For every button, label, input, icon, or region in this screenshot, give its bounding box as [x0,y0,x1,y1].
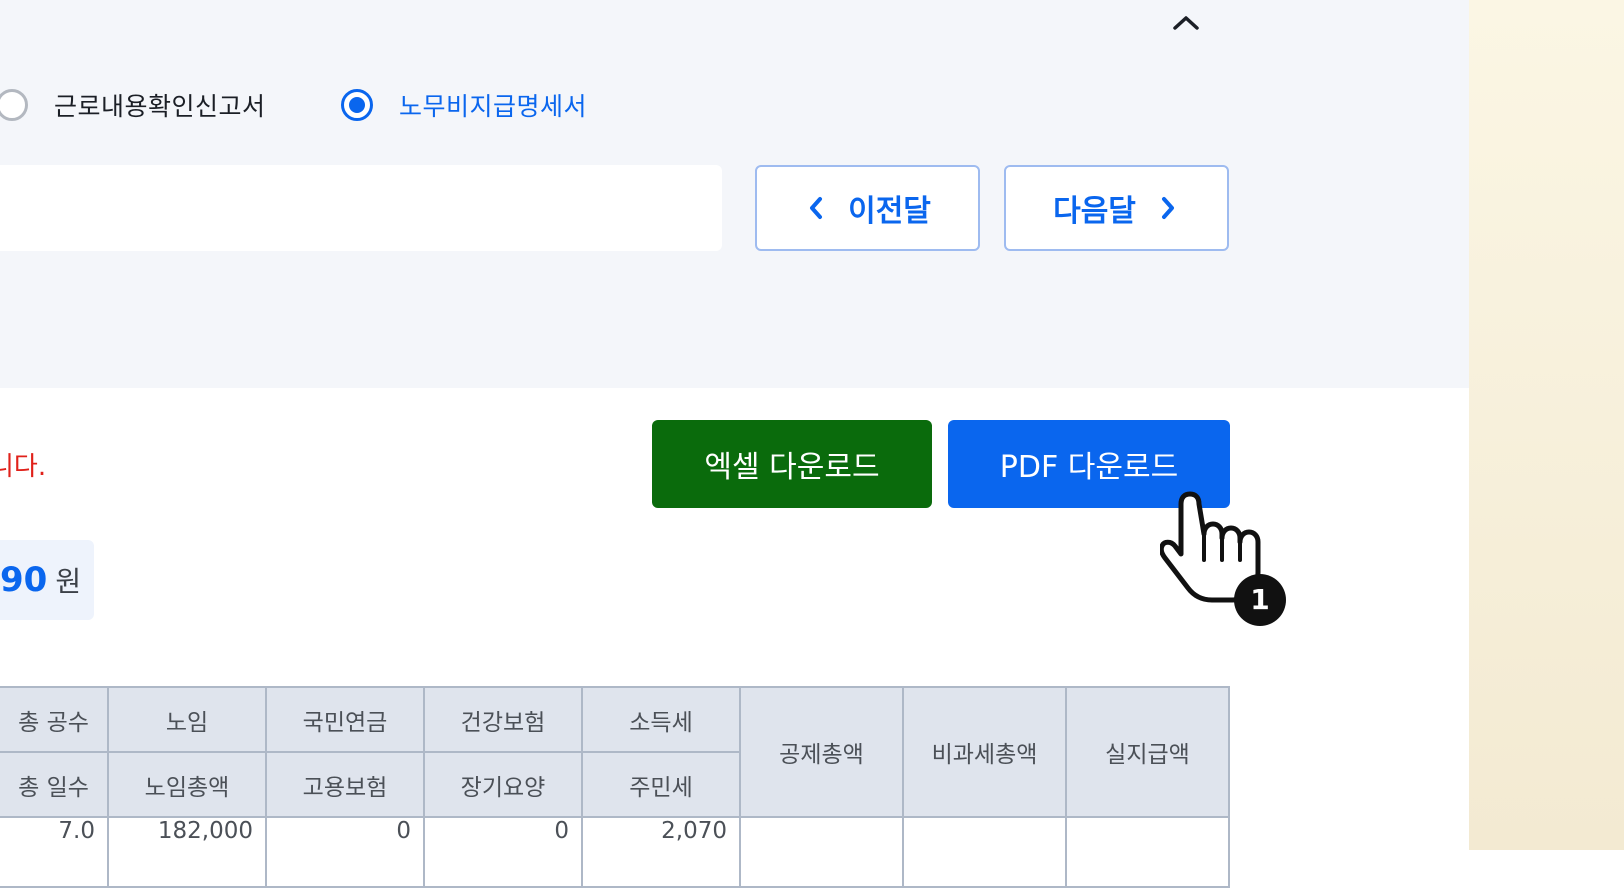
radio-labor-cost-statement[interactable]: 노무비지급명세서 [341,87,587,123]
table-row: 7.0 182,000 0 0 2,070 [0,816,1230,888]
radio-unchecked-icon [0,89,28,121]
excel-download-button[interactable]: 엑셀 다운로드 [652,420,932,508]
table-cell: 182,000 [107,816,267,888]
header-resident-tax: 주민세 [581,751,741,818]
header-total-manhours: 총 공수 [0,686,109,753]
header-net-pay: 실지급액 [1065,686,1230,818]
prev-month-label: 이전달 [848,194,931,229]
header-total-days: 총 일수 [0,751,109,818]
header-national-pension: 국민연금 [265,686,425,753]
payroll-table: 총 공수 노임 국민연금 건강보험 소득세 공제총액 비과세총액 실지급액 총 … [0,686,1230,888]
table-cell: 7.0 [0,816,109,888]
chevron-left-icon [804,193,828,223]
next-month-label: 다음달 [1053,194,1136,229]
header-total-wage: 노임총액 [107,751,267,818]
notice-text: 니다. [0,452,47,482]
table-cell: 0 [265,816,425,888]
total-unit: 원 [55,565,82,598]
table-cell: 2,070 [581,816,741,888]
chevron-right-icon [1156,193,1180,223]
month-input[interactable] [0,165,722,251]
header-long-term-care: 장기요양 [423,751,583,818]
header-total-deductions: 공제총액 [739,686,904,818]
hand-pointer-cursor: 1 [1158,488,1290,628]
next-month-button[interactable]: 다음달 [1004,165,1229,251]
table-cell: 0 [423,816,583,888]
total-amount: 90 [0,560,48,600]
step-badge: 1 [1250,583,1270,616]
table-cell [1065,816,1230,888]
header-employment-insurance: 고용보험 [265,751,425,818]
total-summary: 90 원 [0,540,94,620]
prev-month-button[interactable]: 이전달 [755,165,980,251]
radio-checked-icon [341,89,373,121]
table-cell [902,816,1067,888]
header-wage: 노임 [107,686,267,753]
header-health-insurance: 건강보험 [423,686,583,753]
side-background [1469,0,1624,850]
radio-work-report-label: 근로내용확인신고서 [54,92,266,121]
collapse-button[interactable] [1168,6,1204,38]
radio-labor-cost-statement-label: 노무비지급명세서 [399,92,588,121]
header-non-taxable-total: 비과세총액 [902,686,1067,818]
chevron-up-icon [1173,16,1199,30]
header-income-tax: 소득세 [581,686,741,753]
radio-work-report[interactable]: 근로내용확인신고서 [0,87,266,123]
table-cell [739,816,904,888]
